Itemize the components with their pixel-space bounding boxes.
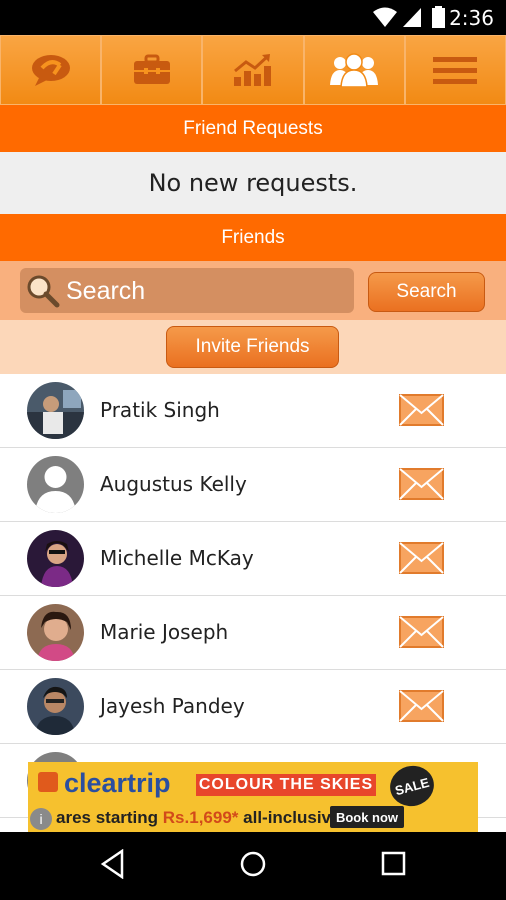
avatar bbox=[27, 678, 84, 735]
list-item[interactable]: Michelle McKay bbox=[0, 522, 506, 596]
search-input[interactable]: Search bbox=[20, 268, 354, 313]
mail-icon[interactable] bbox=[399, 542, 444, 574]
tab-jobs[interactable] bbox=[101, 35, 203, 105]
search-row: Search Search bbox=[0, 261, 506, 320]
offer-prefix: ares starting bbox=[56, 808, 159, 827]
search-button[interactable]: Search bbox=[368, 272, 485, 312]
home-icon[interactable] bbox=[238, 849, 268, 879]
brand-check-icon bbox=[38, 772, 58, 792]
info-icon[interactable]: i bbox=[30, 808, 52, 830]
signal-icon bbox=[403, 8, 421, 27]
no-requests-text: No new requests. bbox=[0, 152, 506, 214]
clock: 2:36 bbox=[449, 6, 494, 30]
ad-banner[interactable]: cleartrip COLOUR THE SKIES SALE i ares s… bbox=[28, 762, 478, 832]
top-nav bbox=[0, 35, 506, 105]
offer-price: Rs.1,699* bbox=[162, 808, 239, 827]
ad-slogan: COLOUR THE SKIES bbox=[196, 774, 376, 796]
invite-friends-button[interactable]: Invite Friends bbox=[166, 326, 339, 368]
avatar bbox=[27, 382, 84, 439]
friends-header: Friends bbox=[0, 214, 506, 261]
chart-icon bbox=[234, 54, 271, 86]
list-item[interactable]: Marie Joseph bbox=[0, 596, 506, 670]
ad-brand: cleartrip bbox=[64, 768, 171, 798]
tab-menu[interactable] bbox=[404, 35, 506, 105]
mail-icon[interactable] bbox=[399, 468, 444, 500]
tab-friends[interactable] bbox=[303, 35, 405, 105]
mail-icon[interactable] bbox=[399, 616, 444, 648]
friend-name: Pratik Singh bbox=[100, 398, 220, 422]
battery-icon bbox=[432, 6, 445, 28]
avatar bbox=[27, 530, 84, 587]
menu-icon bbox=[433, 57, 478, 84]
friend-requests-header: Friend Requests bbox=[0, 105, 506, 152]
list-item[interactable]: Pratik Singh bbox=[0, 374, 506, 448]
invite-row: Invite Friends bbox=[0, 320, 506, 374]
tab-chat[interactable] bbox=[0, 35, 102, 105]
briefcase-icon bbox=[133, 54, 170, 84]
mail-icon[interactable] bbox=[399, 394, 444, 426]
friend-name: Jayesh Pandey bbox=[100, 694, 245, 718]
friend-name: Augustus Kelly bbox=[100, 472, 247, 496]
system-nav-bar bbox=[0, 832, 506, 900]
avatar bbox=[27, 456, 84, 513]
sale-badge: SALE bbox=[385, 762, 439, 812]
recents-icon[interactable] bbox=[380, 849, 408, 879]
friend-name: Michelle McKay bbox=[100, 546, 254, 570]
search-icon bbox=[27, 275, 60, 308]
book-now-button[interactable]: Book now bbox=[330, 806, 404, 828]
list-item[interactable]: Jayesh Pandey bbox=[0, 670, 506, 744]
friend-name: Marie Joseph bbox=[100, 620, 229, 644]
back-icon[interactable] bbox=[100, 849, 126, 879]
status-bar: 2:36 bbox=[0, 0, 506, 35]
chat-icon bbox=[31, 55, 70, 86]
search-placeholder: Search bbox=[66, 277, 146, 305]
list-item[interactable]: Augustus Kelly bbox=[0, 448, 506, 522]
friends-icon bbox=[330, 53, 379, 87]
tab-stats[interactable] bbox=[202, 35, 304, 105]
avatar bbox=[27, 604, 84, 661]
offer-suffix: all-inclusive bbox=[243, 808, 341, 827]
mail-icon[interactable] bbox=[399, 690, 444, 722]
friends-list: Pratik Singh Augustus Kelly Michelle McK… bbox=[0, 374, 506, 818]
ad-offer: ares starting Rs.1,699* all-inclusive bbox=[56, 808, 340, 828]
wifi-icon bbox=[373, 7, 397, 27]
